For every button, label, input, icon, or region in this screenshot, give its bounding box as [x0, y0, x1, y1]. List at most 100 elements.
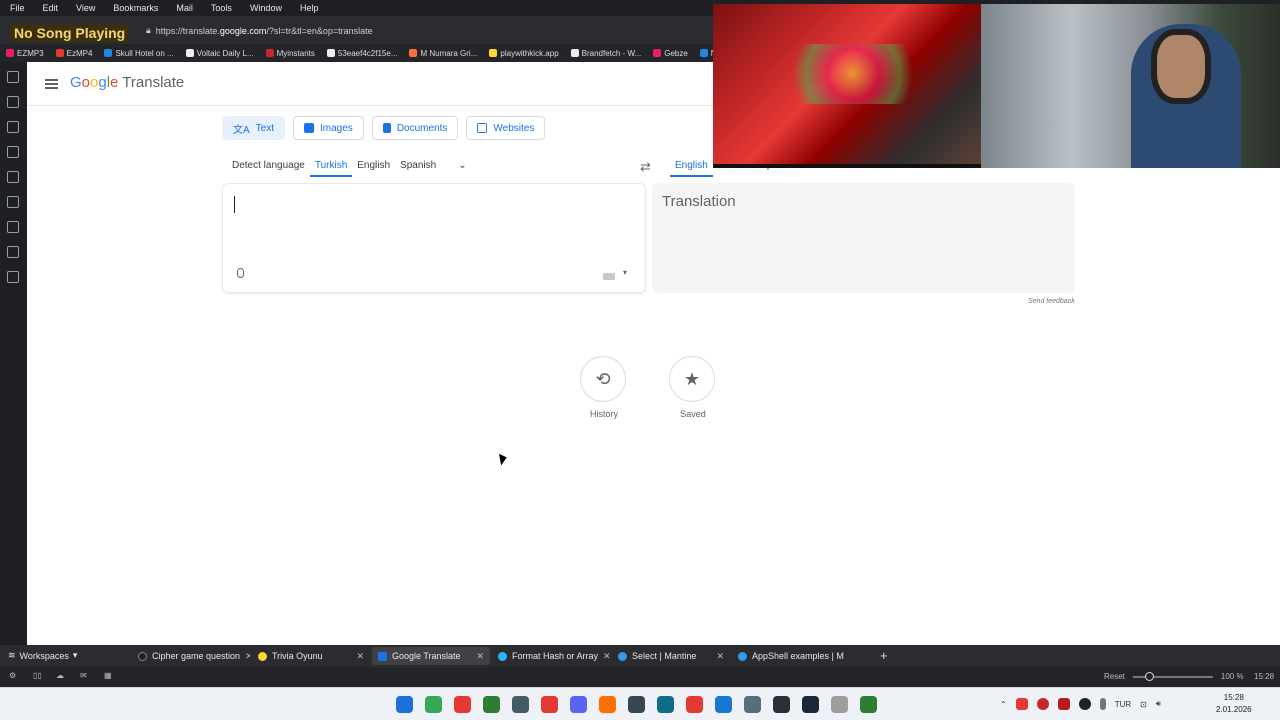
close-tab-icon[interactable]: ✕ [356, 651, 364, 662]
menu-help[interactable]: Help [300, 3, 319, 13]
menu-bookmarks[interactable]: Bookmarks [113, 3, 158, 13]
taskbar-app-icon[interactable] [831, 696, 848, 713]
input-language[interactable]: TUR [1115, 700, 1131, 709]
tray-app-icon[interactable] [1015, 698, 1028, 710]
source-more-languages-chevron-icon[interactable]: ⌄ [453, 157, 471, 177]
menu-edit[interactable]: Edit [43, 3, 59, 13]
taskbar-app-icon[interactable] [483, 696, 500, 713]
taskbar-app-icon[interactable] [773, 696, 790, 713]
taskbar-app-icon[interactable] [599, 696, 616, 713]
menu-window[interactable]: Window [250, 3, 282, 13]
target-lang-english[interactable]: English [670, 157, 713, 177]
tab-google-translate[interactable]: Google Translate ✕ [372, 647, 490, 665]
taskbar-app-icon[interactable] [802, 696, 819, 713]
source-lang-detect[interactable]: Detect language [227, 157, 310, 177]
history-label: History [589, 409, 618, 419]
close-tab-icon[interactable]: ✕ [849, 651, 850, 662]
keyboard-icon[interactable] [603, 273, 615, 280]
downloads-panel-icon[interactable] [7, 96, 19, 108]
history-panel-icon[interactable] [7, 121, 19, 133]
taskbar-app-icon[interactable] [512, 696, 529, 713]
source-lang-spanish[interactable]: Spanish [395, 157, 441, 177]
source-language-bar: Detect language Turkish English Spanish … [227, 157, 472, 177]
translate-panel-icon[interactable] [7, 171, 19, 183]
keyboard-dropdown-chevron-icon[interactable]: ▾ [623, 268, 627, 277]
network-icon[interactable]: ⊡ [1140, 700, 1147, 709]
bookmark-numara[interactable]: M Numara Gri... [409, 49, 477, 58]
new-tab-icon[interactable]: + [880, 648, 888, 663]
bookmarks-panel-icon[interactable] [7, 71, 19, 83]
tray-app-icon[interactable] [1036, 698, 1049, 710]
bookmark-gebze[interactable]: Gebze [653, 49, 688, 58]
close-tab-icon[interactable]: ✕ [603, 651, 610, 662]
taskbar-app-icon[interactable] [425, 696, 442, 713]
taskbar-app-icon[interactable] [686, 696, 703, 713]
address-field[interactable]: 🔒︎ https://translate.google.com/?sl=tr&t… [146, 25, 373, 36]
source-lang-english[interactable]: English [352, 157, 395, 177]
menu-view[interactable]: View [76, 3, 95, 13]
saved-button[interactable]: ★ [669, 356, 715, 402]
bookmark-brandfetch[interactable]: Brandfetch - W... [570, 49, 641, 58]
tab-select-mantine[interactable]: Select | Mantine ✕ [612, 647, 730, 665]
notes-panel-icon[interactable] [7, 146, 19, 158]
taskbar-app-icon[interactable] [860, 696, 877, 713]
bookmark-myinstants[interactable]: Myinstants [265, 49, 315, 58]
bookmark-playwithkick[interactable]: playwithkick.app [489, 49, 559, 58]
reading-list-icon[interactable] [7, 221, 19, 233]
swap-languages-icon[interactable]: ⇄ [640, 159, 651, 175]
tab-format-hash[interactable]: Format Hash or Array ✕ [492, 647, 610, 665]
taskbar-app-icon[interactable] [570, 696, 587, 713]
panel-toggle-icon[interactable]: ⚙ [9, 671, 16, 680]
bookmark-ezmp3[interactable]: EZMP3 [6, 49, 44, 58]
volume-icon[interactable]: 🔊︎ [1156, 699, 1161, 709]
hamburger-menu-icon[interactable] [45, 79, 58, 89]
tab-appshell-examples[interactable]: AppShell examples | M✕ [732, 647, 850, 665]
zoom-slider[interactable] [1132, 671, 1213, 681]
start-menu-icon[interactable] [396, 696, 413, 713]
menu-mail[interactable]: Mail [176, 3, 193, 13]
bookmark-skull-hotel[interactable]: Skull Hotel on ... [104, 49, 174, 58]
mail-status-icon[interactable]: ✉ [80, 671, 87, 680]
page-zoom-control: Reset 100 % [1104, 671, 1244, 681]
tray-overflow-chevron-icon[interactable]: ⌃ [1000, 700, 1007, 709]
source-lang-turkish[interactable]: Turkish [309, 157, 353, 177]
taskbar-app-icon[interactable] [744, 696, 761, 713]
tab-trivia-oyunu[interactable]: Trivia Oyunu ✕ [252, 647, 370, 665]
calendar-status-icon[interactable]: ▦ [104, 671, 112, 680]
taskbar-app-icon[interactable] [628, 696, 645, 713]
workspaces-button[interactable]: ≋ Workspaces ▾ [8, 650, 77, 661]
close-tab-icon[interactable]: ✕ [245, 651, 250, 662]
send-feedback-link[interactable]: Send feedback [1028, 298, 1075, 305]
mode-documents-button[interactable]: Documents [371, 116, 459, 140]
mode-websites-button[interactable]: Websites [466, 116, 546, 140]
cloud-sync-icon[interactable]: ☁ [56, 671, 64, 680]
history-button[interactable]: ⟲ [580, 356, 626, 402]
menu-tools[interactable]: Tools [211, 3, 232, 13]
close-tab-icon[interactable]: ✕ [716, 651, 724, 662]
taskbar-app-icon[interactable] [541, 696, 558, 713]
taskbar-app-icon[interactable] [454, 696, 471, 713]
google-translate-logo[interactable]: Google Translate [70, 74, 184, 91]
mode-images-button[interactable]: Images [293, 116, 364, 140]
taskbar-app-icon[interactable] [715, 696, 732, 713]
microphone-tray-icon[interactable] [1099, 698, 1106, 710]
menu-file[interactable]: File [10, 3, 25, 13]
mode-text-button[interactable]: 文A Text [222, 116, 286, 140]
tab-cipher-game[interactable]: Cipher game question ✕ [132, 647, 250, 665]
bookmark-ezmp4[interactable]: EzMP4 [55, 49, 92, 58]
bookmark-voltaic[interactable]: Voltaic Daily L... [185, 49, 254, 58]
microphone-icon[interactable] [237, 268, 244, 278]
tiling-icon[interactable]: ▯▯ [33, 671, 42, 680]
close-tab-icon[interactable]: ✕ [476, 651, 484, 662]
zoom-reset-button[interactable]: Reset [1104, 672, 1125, 681]
tray-app-icon[interactable] [1057, 698, 1070, 710]
add-panel-icon[interactable] [7, 271, 19, 283]
bookmark-hash[interactable]: 53eaef4c2f15e... [326, 49, 397, 58]
source-text-input[interactable]: ▾ [222, 183, 646, 293]
tray-app-icon[interactable] [1078, 698, 1091, 710]
window-panel-icon[interactable] [7, 196, 19, 208]
mail-panel-icon[interactable] [7, 246, 19, 258]
zoom-slider-knob[interactable] [1144, 671, 1154, 681]
taskbar-clock[interactable]: 15:28 2.01.2026 [1216, 692, 1252, 716]
taskbar-app-icon[interactable] [657, 696, 674, 713]
